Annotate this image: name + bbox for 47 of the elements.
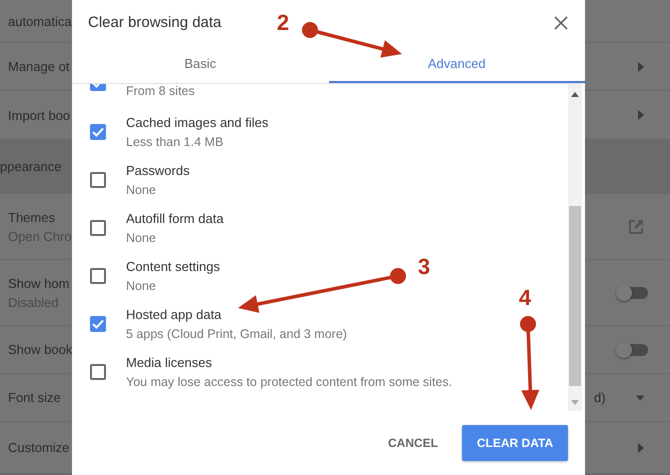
step-number: 2 [276,10,290,35]
item-detail: Less than 1.4 MB [126,135,224,149]
setting-label: Themes [8,210,56,224]
toggle-switch[interactable] [616,342,650,358]
dialog-title: Clear browsing data [88,14,222,31]
arrow-right-icon[interactable] [638,62,644,72]
checkbox[interactable] [90,364,106,380]
dropdown-value: d) [594,390,606,405]
item-detail: You may lose access to protected content from some sites. [126,375,452,389]
tab[interactable]: Basic [72,45,328,83]
item-label: Autofill form data [126,211,224,226]
step-number: 4 [518,285,532,310]
checkbox[interactable] [90,268,106,284]
item-label: Cached images and files [126,115,268,130]
item-detail: 5 apps (Cloud Print, Gmail, and 3 more) [126,327,347,341]
arrow-right-icon[interactable] [638,110,644,120]
item-label: Media licenses [126,355,213,370]
setting-label: Show book [8,342,72,357]
item-detail: None [126,183,157,197]
item-detail: From 8 sites [126,84,195,98]
setting-label: automatica [8,14,72,28]
step-number: 3 [418,254,430,279]
setting-label: Manage ot [8,59,70,74]
setting-label: Customize [8,440,70,455]
item-label: Passwords [126,163,190,178]
item-detail: None [126,231,157,245]
scroll-thumb[interactable] [569,206,581,386]
scrollbar[interactable] [568,84,582,411]
checkbox[interactable] [90,124,106,140]
checkbox[interactable] [90,172,106,188]
close-icon[interactable] [554,16,568,30]
clear-data-button[interactable]: CLEAR DATA [462,425,568,461]
item-label: Hosted app data [126,307,222,322]
arrow-right-icon[interactable] [638,442,644,452]
external-link-icon[interactable] [628,218,644,234]
toggle-switch[interactable] [616,284,650,300]
caret-down-icon[interactable] [636,394,644,400]
scroll-down-icon[interactable] [571,400,579,405]
checkbox[interactable] [90,220,106,236]
item-detail: None [126,279,157,293]
checkbox[interactable] [90,316,106,332]
setting-label: Import boo [8,108,70,122]
section-heading: ppearance [0,159,62,174]
cancel-button[interactable]: CANCEL [372,425,454,461]
setting-label: Show hom [8,276,70,290]
setting-label: Font size [8,390,61,405]
item-label: Content settings [126,259,220,274]
